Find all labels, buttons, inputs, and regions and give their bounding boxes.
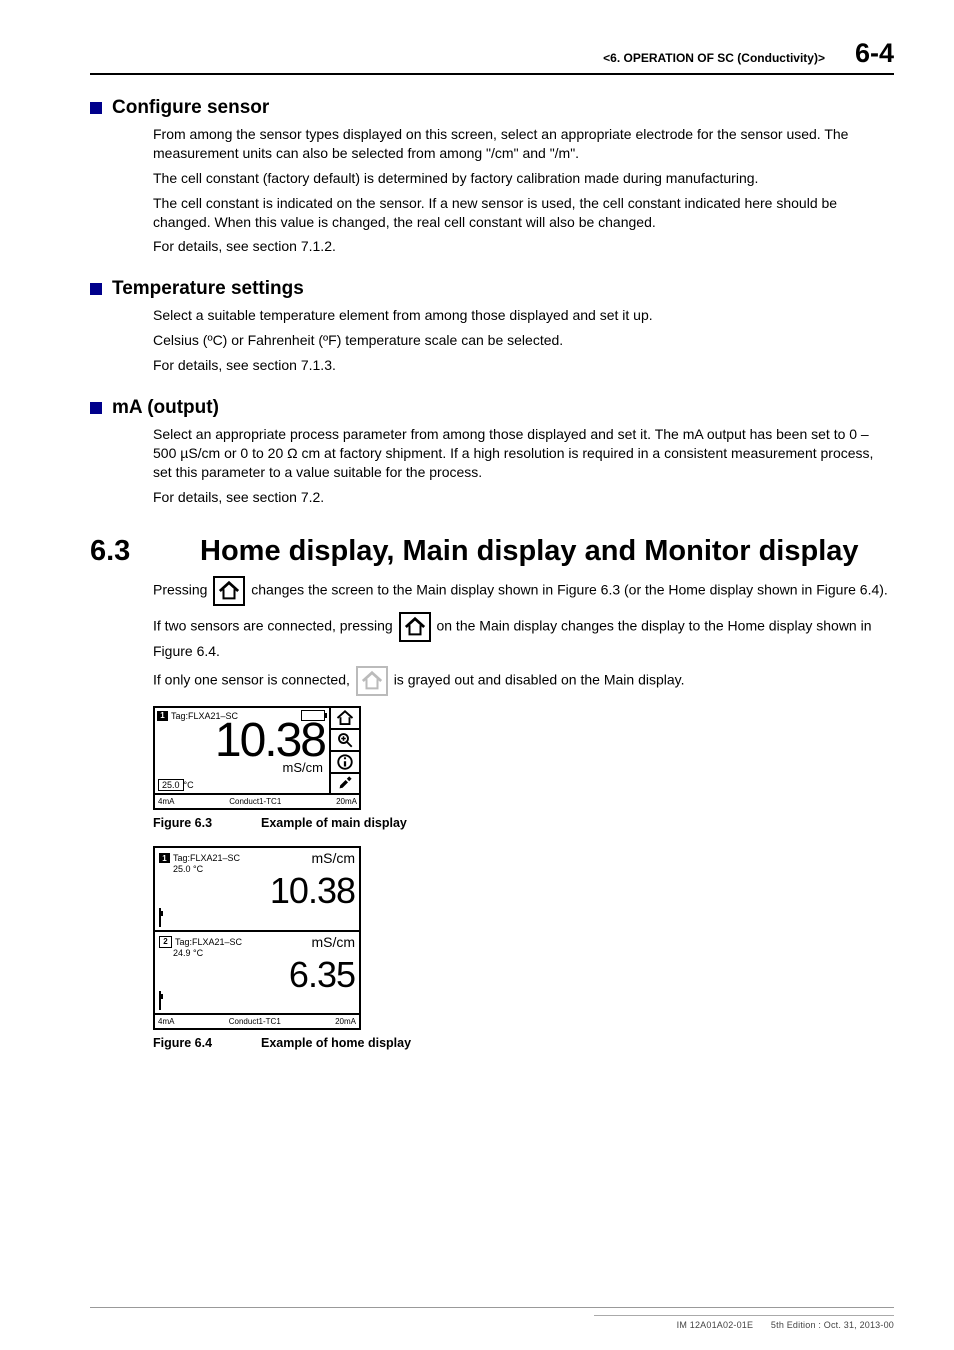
footer-rule: [90, 1307, 894, 1308]
paragraph: Celsius (ºC) or Fahrenheit (ºF) temperat…: [153, 331, 894, 350]
figure-caption-6-3: Figure 6.3Example of main display: [153, 816, 894, 830]
measurement-value: 10.38: [159, 875, 355, 907]
page-footer: IM 12A01A02-01E 5th Edition : Oct. 31, 2…: [594, 1315, 894, 1330]
text-fragment: changes the screen to the Main display s…: [251, 581, 888, 597]
text-fragment: If two sensors are connected, pressing: [153, 617, 397, 633]
paragraph: If only one sensor is connected, is gray…: [153, 666, 894, 696]
range-high: 20mA: [336, 797, 357, 806]
heading-text: Temperature settings: [112, 278, 304, 299]
text-fragment: If only one sensor is connected,: [153, 672, 354, 688]
measurement-unit: mS/cm: [311, 934, 355, 950]
paragraph: The cell constant (factory default) is d…: [153, 169, 894, 188]
home-icon: [213, 576, 245, 606]
sensor-number-badge: 1: [157, 711, 168, 721]
range-low: 4mA: [158, 1017, 174, 1026]
sensor-panel-1: 1 Tag:FLXA21–SC mS/cm 25.0 °C 10.38: [155, 848, 359, 926]
measurement-value: 10.38: [155, 721, 329, 762]
text-fragment: Pressing: [153, 581, 211, 597]
tag-label: Tag:FLXA21–SC: [175, 937, 242, 947]
bullet-square-icon: [90, 402, 102, 414]
range-high: 20mA: [335, 1017, 356, 1026]
status-bar: 4mA Conduct1-TC1 20mA: [155, 1013, 359, 1028]
heading-configure-sensor: Configure sensor: [90, 97, 894, 119]
measurement-unit: mS/cm: [311, 850, 355, 866]
paragraph: The cell constant is indicated on the se…: [153, 194, 894, 232]
temperature-unit: °C: [184, 780, 194, 790]
home-button[interactable]: [331, 708, 359, 730]
home-icon-disabled: [356, 666, 388, 696]
heading-ma-output: mA (output): [90, 397, 894, 419]
figure-6-3: 1 Tag:FLXA21–SC 10.38 mS/cm 25.0°C: [153, 706, 894, 810]
zoom-button[interactable]: [331, 730, 359, 752]
paragraph: For details, see section 7.1.3.: [153, 356, 894, 375]
sensor-number-badge: 2: [159, 936, 172, 948]
heading-text: Configure sensor: [112, 97, 269, 118]
main-display-mockup: 1 Tag:FLXA21–SC 10.38 mS/cm 25.0°C: [153, 706, 361, 810]
paragraph: Select a suitable temperature element fr…: [153, 306, 894, 325]
paragraph: Pressing changes the screen to the Main …: [153, 576, 894, 606]
bullet-square-icon: [90, 283, 102, 295]
battery-icon: [159, 908, 161, 927]
signal-name: Conduct1-TC1: [229, 1017, 281, 1026]
signal-name: Conduct1-TC1: [229, 797, 281, 806]
temperature-value: 25.0: [158, 779, 184, 791]
paragraph: For details, see section 7.2.: [153, 488, 894, 507]
paragraph: Select an appropriate process parameter …: [153, 425, 894, 482]
bullet-square-icon: [90, 102, 102, 114]
heading-number: 6.3: [90, 535, 200, 568]
paragraph: For details, see section 7.1.2.: [153, 237, 894, 256]
tag-label: Tag:FLXA21–SC: [173, 853, 240, 863]
sensor-panel-2: 2 Tag:FLXA21–SC mS/cm 24.9 °C 6.35: [155, 930, 359, 1010]
figure-label: Figure 6.3: [153, 816, 261, 830]
side-buttons: [329, 708, 359, 793]
home-display-mockup: 1 Tag:FLXA21–SC mS/cm 25.0 °C 10.38 2 Ta…: [153, 846, 361, 1030]
chapter-title: <6. OPERATION OF SC (Conductivity)>: [603, 51, 825, 65]
edition-info: 5th Edition : Oct. 31, 2013-00: [771, 1320, 894, 1330]
heading-temperature-settings: Temperature settings: [90, 278, 894, 300]
page-number: 6-4: [855, 38, 894, 69]
measurement-value: 6.35: [159, 959, 355, 991]
battery-icon: [159, 991, 161, 1010]
figure-caption-6-4: Figure 6.4Example of home display: [153, 1036, 894, 1050]
page-header: <6. OPERATION OF SC (Conductivity)> 6-4: [90, 38, 894, 75]
document-id: IM 12A01A02-01E: [677, 1320, 754, 1330]
heading-text: Home display, Main display and Monitor d…: [200, 535, 894, 568]
paragraph: From among the sensor types displayed on…: [153, 125, 894, 163]
figure-6-4: 1 Tag:FLXA21–SC mS/cm 25.0 °C 10.38 2 Ta…: [153, 846, 894, 1030]
sensor-number-badge: 1: [159, 853, 170, 863]
heading-text: mA (output): [112, 397, 219, 418]
info-button[interactable]: [331, 752, 359, 774]
figure-caption-text: Example of home display: [261, 1036, 411, 1050]
figure-caption-text: Example of main display: [261, 816, 407, 830]
paragraph: If two sensors are connected, pressing o…: [153, 612, 894, 661]
figure-label: Figure 6.4: [153, 1036, 261, 1050]
heading-6-3: 6.3 Home display, Main display and Monit…: [90, 535, 894, 568]
settings-button[interactable]: [331, 774, 359, 794]
battery-icon: [301, 710, 325, 721]
range-low: 4mA: [158, 797, 174, 806]
text-fragment: is grayed out and disabled on the Main d…: [394, 672, 685, 688]
status-bar: 4mA Conduct1-TC1 20mA: [155, 793, 359, 808]
home-icon: [399, 612, 431, 642]
